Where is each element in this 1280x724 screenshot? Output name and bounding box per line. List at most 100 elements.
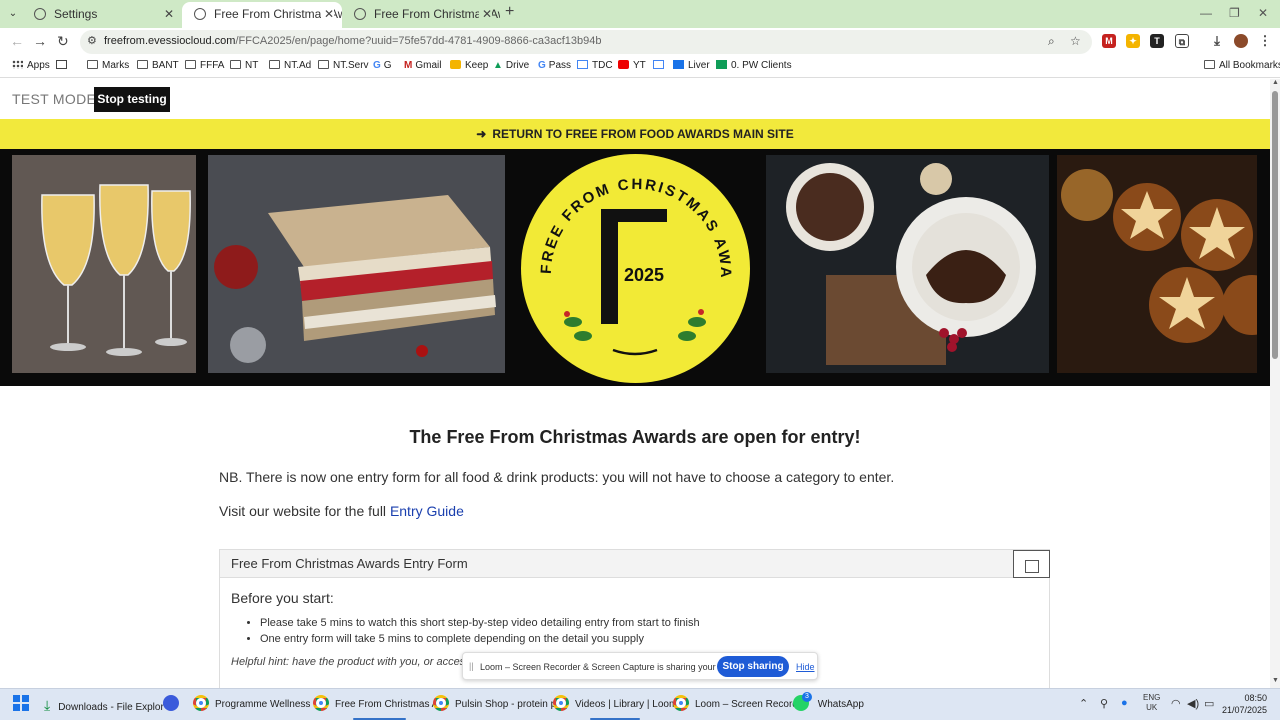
- gmail-extension-icon[interactable]: M: [1102, 34, 1116, 48]
- checkbox-square-icon: [1025, 560, 1039, 573]
- start-button[interactable]: [13, 689, 29, 721]
- drag-handle-icon[interactable]: ||: [469, 661, 474, 671]
- language-indicator[interactable]: ENG UK: [1143, 693, 1160, 713]
- stop-sharing-button[interactable]: Stop sharing: [717, 656, 789, 677]
- browser-toolbar: ← → ↻ ⚙ freefrom.evessiocloud.com/FFCA20…: [0, 28, 1280, 56]
- browser-menu-icon[interactable]: ⋮: [1258, 34, 1272, 48]
- taskbar-loom-videos[interactable]: Videos | Library | Loom: [553, 689, 677, 721]
- bookmark-apps[interactable]: Apps: [12, 60, 50, 71]
- extension-icon[interactable]: T: [1150, 34, 1164, 48]
- logo-artwork: FREE FROM CHRISTMAS AWARDS 2025: [514, 141, 732, 356]
- bookmark-yt[interactable]: YT: [618, 60, 646, 71]
- bookmark-drive[interactable]: ▲ Drive: [493, 60, 529, 71]
- forward-icon[interactable]: →: [33, 33, 47, 49]
- bookmark-nt-ad[interactable]: NT.Ad: [269, 60, 311, 71]
- sign-out-arrow-icon: ➜: [476, 127, 487, 141]
- stop-testing-button[interactable]: Stop testing: [94, 87, 170, 112]
- taskbar-whatsapp[interactable]: 3 WhatsApp: [793, 689, 864, 721]
- hide-link[interactable]: Hide: [796, 662, 815, 672]
- reload-icon[interactable]: ↻: [57, 33, 69, 50]
- bookmark-liver[interactable]: Liver: [673, 60, 710, 71]
- calendar-icon: [653, 60, 664, 69]
- bookmark-nt-serv[interactable]: NT.Serv: [318, 60, 369, 71]
- close-tab-icon[interactable]: ✕: [478, 2, 492, 26]
- helpful-hint: Helpful hint: have the product with you,…: [231, 656, 466, 668]
- zoom-app-icon: [163, 695, 179, 711]
- tab-active-awards[interactable]: Free From Christmas Awards 20 ✕: [182, 2, 342, 28]
- taskbar-loom-recorder[interactable]: Loom – Screen Recorde: [673, 689, 803, 721]
- settings-gear-icon: [34, 8, 46, 20]
- folder-icon: [87, 60, 98, 69]
- taskbar-clock[interactable]: 08:50 21/07/2025: [1222, 692, 1267, 716]
- entry-form-header[interactable]: Free From Christmas Awards Entry Form: [220, 550, 1050, 578]
- folder-icon: [137, 60, 148, 69]
- tray-overflow-icon[interactable]: ⌃: [1079, 697, 1088, 710]
- page-scrollbar[interactable]: ▲ ▼: [1270, 79, 1280, 688]
- bookmark-gmail[interactable]: M Gmail: [404, 60, 441, 71]
- expand-toggle-button[interactable]: [1013, 550, 1050, 578]
- restore-icon[interactable]: ❐: [1229, 6, 1240, 20]
- download-arrow-icon: ⤓: [44, 697, 51, 713]
- wifi-icon[interactable]: ◠: [1171, 697, 1181, 710]
- minimize-icon[interactable]: —: [1200, 6, 1212, 20]
- taskbar-programme-wellness[interactable]: Programme Wellness M: [193, 689, 322, 721]
- profile-avatar[interactable]: [1234, 34, 1248, 48]
- bookmark-pw-clients[interactable]: 0. PW Clients: [716, 60, 792, 71]
- bookmark-keep[interactable]: Keep: [450, 60, 488, 71]
- bookmark-fffa[interactable]: FFFA: [185, 60, 224, 71]
- scroll-down-icon[interactable]: ▼: [1272, 677, 1279, 684]
- volume-icon[interactable]: ◀): [1187, 697, 1199, 710]
- bookmarks-bar: Apps Marks BANT FFFA NT NT.Ad NT.Serv GG…: [0, 56, 1280, 78]
- close-tab-icon[interactable]: ✕: [320, 2, 334, 26]
- site-info-icon[interactable]: ⚙: [87, 34, 97, 47]
- bookmark-star-icon[interactable]: ☆: [1070, 34, 1081, 48]
- loom-sharing-bar: || Loom – Screen Recorder & Screen Captu…: [462, 652, 818, 680]
- bookmark-tdc[interactable]: TDC: [577, 60, 613, 71]
- visit-prefix: Visit our website for the full: [219, 503, 387, 519]
- return-link-text: RETURN TO FREE FROM FOOD AWARDS MAIN SIT…: [492, 127, 794, 141]
- bookmark-g[interactable]: GG: [373, 60, 392, 71]
- sharing-message: Loom – Screen Recorder & Screen Capture …: [480, 662, 748, 672]
- bookmark-bant[interactable]: BANT: [137, 60, 179, 71]
- close-tab-icon[interactable]: ✕: [164, 2, 174, 26]
- microphone-icon[interactable]: ●: [1121, 697, 1128, 709]
- taskbar: ⤓ Downloads - File Explor Programme Welln…: [0, 688, 1280, 720]
- all-bookmarks[interactable]: All Bookmarks: [1204, 60, 1280, 71]
- entry-guide-link[interactable]: Entry Guide: [390, 503, 464, 519]
- folder-icon: [318, 60, 329, 69]
- new-tab-icon[interactable]: +: [505, 3, 514, 21]
- close-window-icon[interactable]: ✕: [1258, 6, 1268, 20]
- back-icon[interactable]: ←: [10, 33, 24, 49]
- scrollbar-thumb[interactable]: [1272, 91, 1278, 359]
- google-icon: G: [538, 60, 546, 71]
- address-bar[interactable]: ⚙ freefrom.evessiocloud.com/FFCA2025/en/…: [80, 30, 1092, 54]
- chrome-icon: [673, 695, 689, 711]
- extensions-puzzle-icon[interactable]: ⧉: [1175, 34, 1189, 48]
- chrome-icon: [193, 695, 209, 711]
- youtube-icon: [618, 60, 629, 69]
- taskbar-pulsin[interactable]: Pulsin Shop - protein pc: [433, 689, 561, 721]
- sheet-icon: [673, 60, 684, 69]
- taskbar-free-from[interactable]: Free From Christmas Aw: [313, 689, 445, 721]
- keep-extension-icon[interactable]: ✦: [1126, 34, 1140, 48]
- downloads-icon[interactable]: ⤓: [1210, 34, 1224, 48]
- location-icon[interactable]: ⚲: [1100, 697, 1108, 710]
- grid-icon[interactable]: [56, 60, 71, 71]
- taskbar-zoom[interactable]: [163, 689, 185, 721]
- battery-icon[interactable]: ▭: [1204, 697, 1214, 710]
- tab-settings[interactable]: Settings ✕: [22, 2, 182, 28]
- tab-awards-2[interactable]: Free From Christmas Awards 20 ✕: [342, 2, 500, 28]
- zoom-icon[interactable]: ⌕: [1048, 34, 1055, 49]
- visit-line: Visit our website for the full Entry Gui…: [219, 503, 464, 519]
- bookmark-marks[interactable]: Marks: [87, 60, 129, 71]
- bookmark-blank[interactable]: [653, 60, 668, 71]
- bookmark-nt[interactable]: NT: [230, 60, 258, 71]
- bookmark-pass[interactable]: G Pass: [538, 60, 571, 71]
- mince-pies-photo: [1057, 155, 1257, 373]
- tab-search-icon[interactable]: ⌄: [4, 5, 22, 23]
- taskbar-downloads[interactable]: ⤓ Downloads - File Explor: [44, 689, 164, 721]
- entry-note: NB. There is now one entry form for all …: [219, 469, 895, 485]
- banner: FREE FROM CHRISTMAS AWARDS 2025: [0, 141, 1270, 386]
- scroll-up-icon[interactable]: ▲: [1272, 79, 1279, 86]
- return-main-site-link[interactable]: ➜ RETURN TO FREE FROM FOOD AWARDS MAIN SI…: [0, 119, 1270, 149]
